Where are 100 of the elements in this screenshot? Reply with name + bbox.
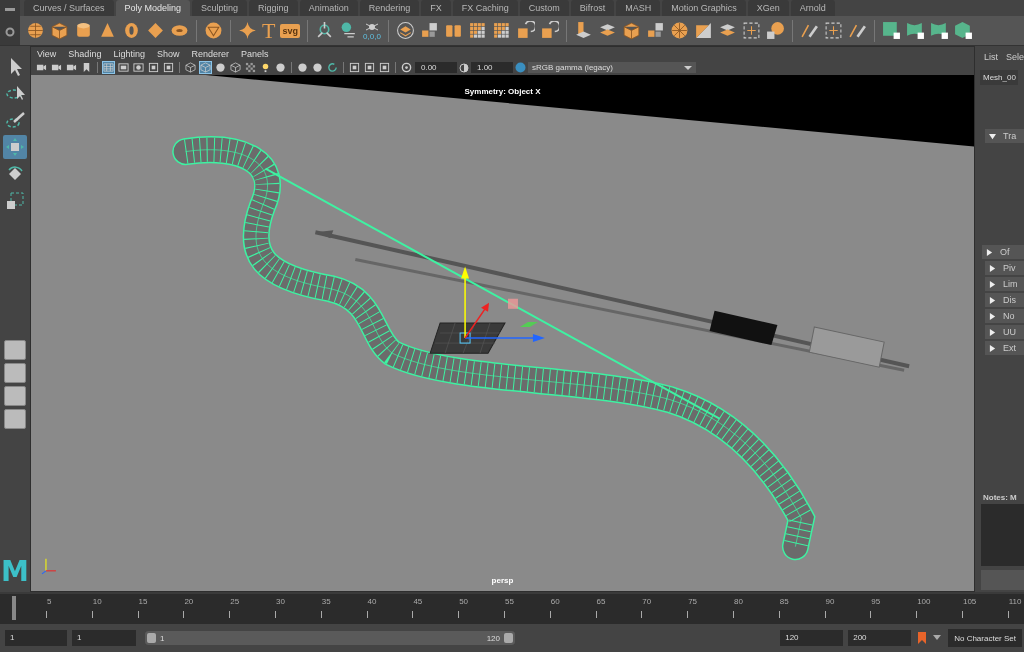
layout-button[interactable] [4,362,26,383]
sphere-toggle[interactable] [274,61,287,74]
frame-toggle[interactable] [162,61,175,74]
playback-end-field[interactable]: 120 [780,630,844,646]
square-refresh-icon[interactable] [539,21,559,40]
menu-item[interactable]: Lighting [113,48,145,59]
diamond-icon[interactable] [146,21,165,40]
sphere-toggle[interactable] [214,61,227,74]
frame-icon[interactable] [741,21,761,40]
attribute-section-header[interactable]: Of [982,245,1024,259]
grid-sphere-icon[interactable] [765,21,785,40]
move-tool-button[interactable] [3,135,27,159]
menu-item[interactable]: Panels [240,48,269,59]
attribute-section-header[interactable]: Piv [985,261,1024,275]
sphere-toggle[interactable] [311,61,324,74]
camera-toggle[interactable] [35,61,48,74]
platonic-icon[interactable] [204,21,223,40]
layers-icon[interactable] [395,21,415,40]
color-space-dropdown[interactable]: sRGB gamma (legacy) [528,62,696,73]
gamma-field[interactable]: 1.00 [471,62,513,73]
frame-toggle[interactable] [363,61,376,74]
attribute-section-header[interactable]: Tra [985,129,1024,143]
film-toggle[interactable] [117,61,130,74]
curved-quad-icon[interactable] [905,21,925,40]
contrast-icon[interactable] [459,62,469,73]
shelf-tab[interactable]: Rigging [249,0,298,16]
attribute-section-header[interactable]: No [985,309,1024,323]
checker-toggle[interactable] [244,61,257,74]
grid-icon[interactable] [491,21,511,40]
exposure-field[interactable]: 0.00 [415,62,457,73]
shelf-tab[interactable]: Motion Graphics [662,0,746,16]
square-refresh-icon[interactable] [515,21,535,40]
cube-checker-icon[interactable] [953,21,973,40]
circle-toggle[interactable] [132,61,145,74]
settings-icon[interactable] [5,27,15,38]
layout-button[interactable] [4,385,26,406]
cone-icon[interactable] [98,21,117,40]
dropdown-arrow-icon[interactable] [933,635,942,641]
frame-toggle[interactable] [348,61,361,74]
start-frame-field[interactable]: 1 [5,630,67,646]
shelf-tab[interactable]: Poly Modeling [115,0,191,16]
sphere-toggle[interactable] [296,61,309,74]
frame-toggle[interactable] [147,61,160,74]
character-set-dropdown[interactable]: No Character Set [948,629,1022,647]
shelf-tab[interactable]: Curves / Surfaces [24,0,114,16]
outliner-button[interactable] [4,408,26,429]
camera-toggle[interactable] [65,61,78,74]
cube-toggle[interactable] [184,61,197,74]
triangles-icon[interactable] [693,21,713,40]
wheel-icon[interactable] [669,21,689,40]
frame-toggle[interactable] [378,61,391,74]
quad-icon[interactable] [881,21,901,40]
menu-item[interactable]: Sele [1006,52,1024,62]
svg-tool-button[interactable]: svg [280,23,300,38]
minimize-icon[interactable] [5,7,15,12]
menu-item[interactable]: List [984,52,998,62]
cube-toggle[interactable] [199,61,212,74]
shelf-tab[interactable]: FX [421,0,451,16]
playback-start-field[interactable]: 1 [72,630,136,646]
current-frame-marker[interactable] [12,596,17,620]
cube-toggle[interactable] [229,61,242,74]
shelf-tab[interactable]: Rendering [359,0,420,16]
frame-icon[interactable] [823,21,843,40]
cylinder-icon[interactable] [74,21,93,40]
cube-icon[interactable] [621,21,641,40]
grid-icon[interactable] [467,21,487,40]
bookmark-toggle[interactable] [80,61,93,74]
layout-button[interactable] [4,339,26,360]
shelf-tab[interactable]: MASH [616,0,661,16]
attribute-section-header[interactable]: Dis [985,293,1024,307]
attribute-section-header[interactable]: Lim [985,277,1024,291]
shelf-tab[interactable]: Animation [299,0,358,16]
menu-item[interactable]: Show [156,48,180,59]
node-name-field[interactable]: Mesh_00 [980,70,1018,85]
squares-icon[interactable] [419,21,439,40]
aperture-toggle[interactable] [400,61,413,74]
menu-item[interactable]: Renderer [191,48,229,59]
shelf-tab[interactable]: Custom [519,0,569,16]
text-tool-button[interactable]: T [262,19,276,42]
key-icon[interactable] [916,631,929,645]
cube-icon[interactable] [50,21,69,40]
shelf-tab[interactable]: XGen [747,0,789,16]
range-slider[interactable]: 1 120 [145,631,515,645]
grid-toggle[interactable] [102,61,115,74]
shelf-tab[interactable]: FX Caching [452,0,518,16]
attribute-section-header[interactable]: UU [985,325,1024,339]
shelf-tab[interactable]: Arnold [790,0,835,16]
camera-toggle[interactable] [50,61,63,74]
menu-item[interactable]: View [37,48,57,59]
torus-icon[interactable] [122,21,141,40]
shelf-tab[interactable]: Sculpting [192,0,248,16]
color-management-icon[interactable] [515,62,526,73]
notes-field[interactable] [981,504,1024,566]
menu-item[interactable]: Shading [68,48,102,59]
squares-icon[interactable] [645,21,665,40]
attribute-section-header[interactable]: Ext [985,341,1024,355]
shelf-tab[interactable]: Bifrost [570,0,615,16]
curved-quad-icon[interactable] [929,21,949,40]
end-frame-field[interactable]: 200 [848,630,912,646]
sphere-icon[interactable] [26,21,45,40]
